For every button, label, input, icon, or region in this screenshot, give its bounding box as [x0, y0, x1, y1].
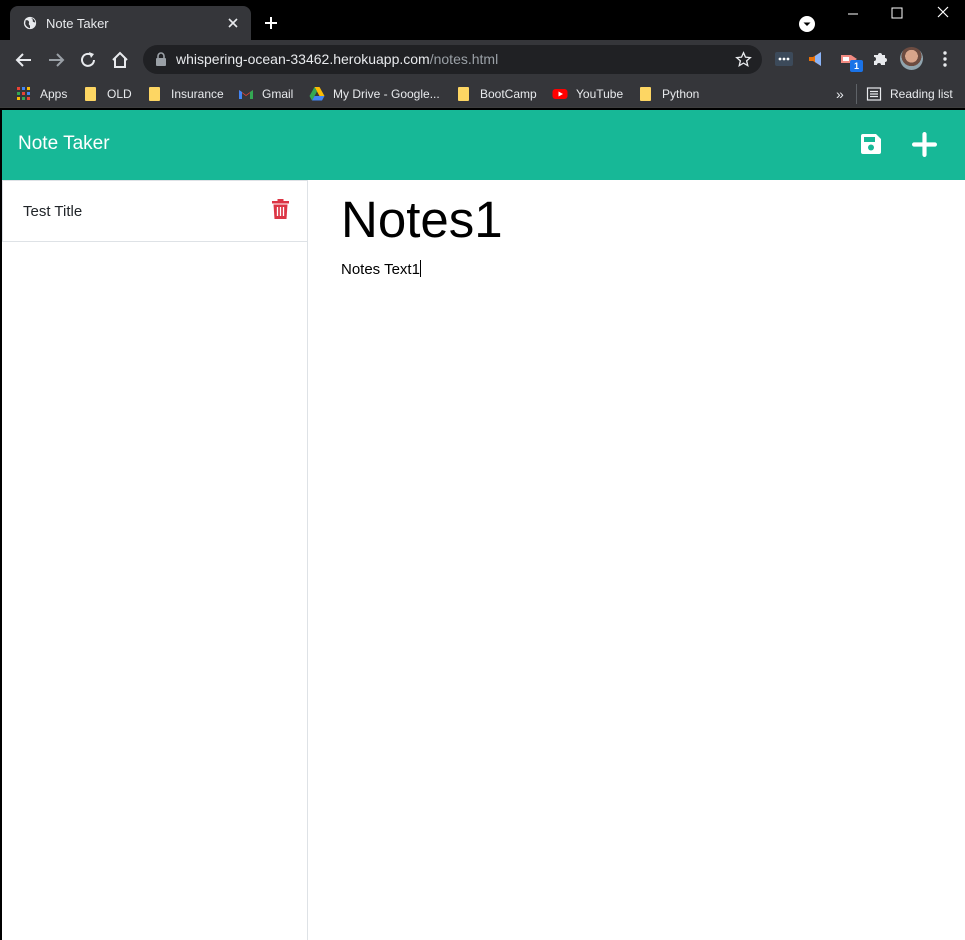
apps-grid-icon	[17, 87, 30, 100]
bookmark-label: Python	[662, 87, 700, 101]
url-text[interactable]: whispering-ocean-33462.herokuapp.com/not…	[176, 51, 498, 67]
note-list-title: Test Title	[23, 203, 83, 220]
gmail-icon	[239, 90, 253, 99]
address-bar[interactable]: whispering-ocean-33462.herokuapp.com/not…	[143, 45, 762, 74]
notes-list: Test Title	[2, 180, 308, 940]
bookmark-label: Insurance	[171, 87, 224, 101]
maximize-icon[interactable]	[887, 4, 907, 24]
note-body-text: Notes Text1	[341, 261, 420, 278]
youtube-icon	[552, 89, 568, 99]
bookmark-gmail[interactable]: Gmail	[238, 84, 293, 104]
bookmark-label: My Drive - Google...	[333, 87, 440, 101]
bookmark-label: BootCamp	[480, 87, 537, 101]
app-brand[interactable]: Note Taker	[18, 133, 110, 155]
bookmark-label: YouTube	[576, 87, 624, 101]
globe-icon	[23, 16, 37, 30]
reading-list-icon	[866, 87, 882, 101]
browser-tab[interactable]: Note Taker	[10, 6, 251, 40]
text-caret	[419, 260, 421, 277]
tab-strip: Note Taker	[0, 0, 965, 40]
tab-title: Note Taker	[46, 16, 109, 31]
list-item[interactable]: Test Title	[2, 180, 307, 242]
url-path: /notes.html	[429, 51, 499, 67]
reload-icon[interactable]	[78, 50, 98, 70]
new-note-plus-icon[interactable]	[912, 132, 937, 157]
tab-search-icon[interactable]	[798, 15, 816, 33]
minimize-icon[interactable]	[843, 4, 863, 24]
extension-megaphone-icon[interactable]	[806, 49, 826, 69]
bookmark-old[interactable]: OLD	[85, 84, 132, 104]
bookmark-label: Gmail	[262, 87, 294, 101]
bookmarks-separator	[856, 84, 857, 104]
reading-list-label: Reading list	[890, 87, 953, 101]
close-window-icon[interactable]	[933, 4, 953, 24]
reading-list[interactable]: Reading list	[866, 84, 953, 104]
bookmark-apps[interactable]: Apps	[16, 84, 67, 104]
bookmark-my-drive[interactable]: My Drive - Google...	[309, 84, 440, 104]
folder-icon	[149, 87, 160, 101]
google-drive-icon	[309, 87, 325, 101]
trash-icon[interactable]	[272, 199, 289, 219]
new-tab-icon[interactable]	[262, 14, 280, 32]
extensions-puzzle-icon[interactable]	[870, 49, 890, 69]
app-navbar: Note Taker	[2, 110, 965, 180]
bookmark-bootcamp[interactable]: BootCamp	[458, 84, 537, 104]
bookmark-label: Apps	[40, 87, 68, 101]
bookmark-label: OLD	[107, 87, 132, 101]
bookmark-star-icon[interactable]	[735, 51, 752, 68]
folder-icon	[640, 87, 651, 101]
lock-icon[interactable]	[155, 52, 167, 66]
extension-dots-icon[interactable]	[774, 49, 794, 69]
folder-icon	[85, 87, 96, 101]
home-icon[interactable]	[110, 50, 130, 70]
profile-avatar[interactable]	[900, 47, 923, 70]
note-textarea[interactable]: Notes Text1	[341, 260, 901, 278]
note-title-input[interactable]: Notes1	[341, 190, 901, 249]
bookmarks-bar: Apps OLD Insurance Gmail My Drive - Goog…	[0, 80, 965, 108]
close-tab-icon[interactable]	[224, 14, 242, 32]
forward-arrow-icon[interactable]	[46, 50, 66, 70]
url-host: whispering-ocean-33462.herokuapp.com	[176, 51, 430, 67]
bookmark-youtube[interactable]: YouTube	[552, 84, 623, 104]
back-arrow-icon[interactable]	[14, 50, 34, 70]
save-note-icon[interactable]	[859, 132, 883, 156]
bookmark-insurance[interactable]: Insurance	[149, 84, 224, 104]
bookmarks-overflow-chevron[interactable]: »	[836, 84, 844, 104]
note-taker-page: Note Taker Test Title Notes1 Notes Text1	[2, 110, 965, 940]
bookmark-python[interactable]: Python	[640, 84, 699, 104]
folder-icon	[458, 87, 469, 101]
kebab-menu-icon[interactable]	[935, 49, 955, 69]
extension-badge: 1	[850, 60, 863, 72]
